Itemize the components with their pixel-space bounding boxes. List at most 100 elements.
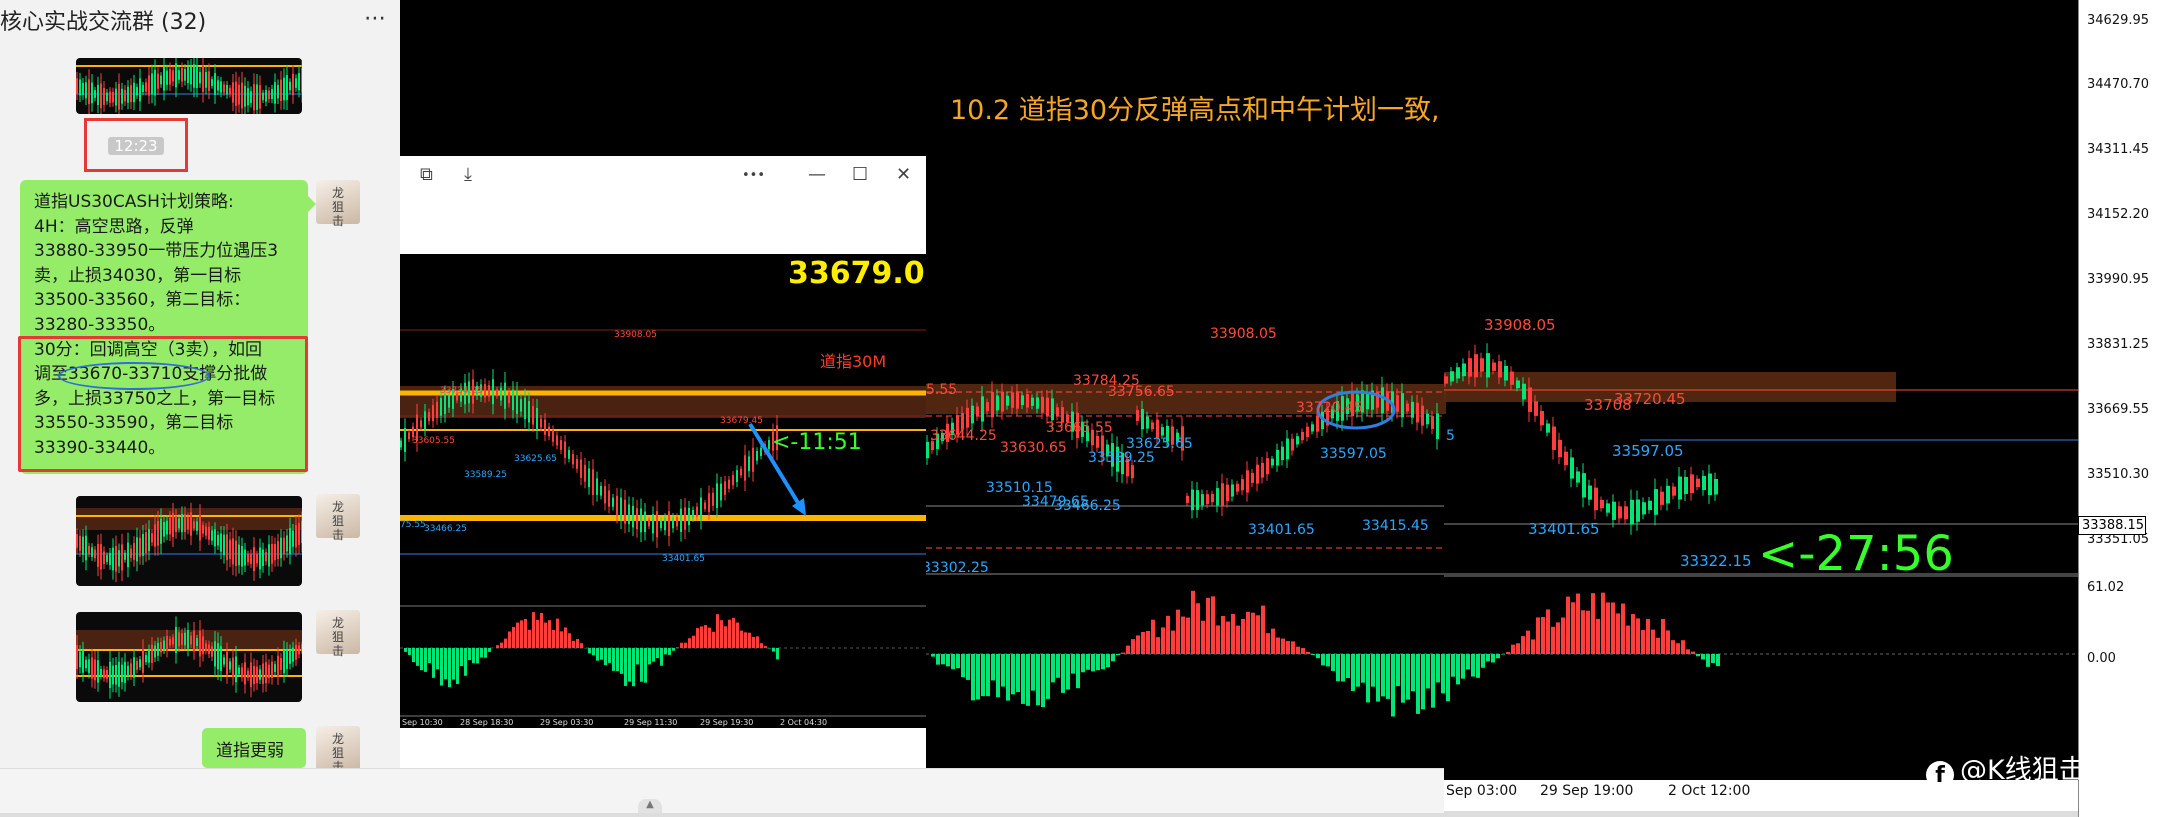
watermark: f @K线狙击手 <box>1926 748 2113 789</box>
indicator-bar <box>991 654 995 681</box>
candle <box>205 72 207 88</box>
candle <box>280 79 282 102</box>
candle <box>130 85 132 103</box>
message-bubble-small[interactable]: 道指更弱 <box>202 728 306 768</box>
indicator-bar <box>1431 654 1435 708</box>
indicator-bar <box>1041 654 1045 708</box>
avatar[interactable]: 龙 狙 击 <box>316 610 360 658</box>
indicator-bar <box>524 618 527 648</box>
candle <box>232 538 234 565</box>
candle <box>136 661 138 670</box>
axis-price: 33669.55 <box>2087 402 2150 417</box>
image-viewer-window[interactable]: ⧉ ⤓ ••• — ☐ ✕ 33679.0 道指30M <-11:51 3390… <box>400 156 926 768</box>
candle <box>112 665 114 685</box>
candle <box>298 73 300 91</box>
avatar[interactable]: 龙 狙 击 <box>316 726 360 768</box>
indicator-bar <box>572 640 575 648</box>
chart-thumbnail[interactable] <box>76 496 302 586</box>
indicator-bar <box>1646 619 1650 654</box>
candle <box>620 497 622 520</box>
indicator-bar <box>624 648 627 686</box>
chart-thumbnail[interactable] <box>76 58 302 114</box>
window-price-label: 75.55 <box>400 520 426 530</box>
candle <box>157 642 159 656</box>
avatar[interactable]: 龙 狙 击 <box>316 180 360 228</box>
more-icon[interactable]: ••• <box>742 168 765 183</box>
indicator-bar <box>732 617 735 648</box>
candle <box>632 505 634 528</box>
indicator-bar <box>1571 602 1575 654</box>
close-icon[interactable]: ✕ <box>896 164 911 185</box>
window-price-big: 33679.0 <box>788 256 925 291</box>
candle <box>1316 416 1319 432</box>
countdown-timer: <-27:56 <box>1758 526 1954 582</box>
indicator-bar <box>1696 654 1700 657</box>
taskbar[interactable]: ▲ <box>0 768 1444 813</box>
candle <box>262 549 264 566</box>
indicator-bar <box>1001 654 1005 687</box>
candle <box>196 65 198 89</box>
candle <box>163 66 165 91</box>
candle <box>1161 427 1164 436</box>
indicator-bar <box>1266 633 1270 654</box>
candle <box>1648 500 1652 510</box>
chevron-up-icon[interactable]: ▲ <box>638 799 662 813</box>
screenshot-icon[interactable]: ⧉ <box>420 164 433 185</box>
candle <box>295 78 297 88</box>
indicator-bar <box>1296 646 1300 654</box>
price-label: 33644.25 <box>930 428 997 444</box>
candle <box>274 664 276 673</box>
maximize-icon[interactable]: ☐ <box>852 164 868 185</box>
candle <box>169 517 171 535</box>
candle <box>172 70 174 82</box>
candle <box>1708 473 1712 496</box>
chart-thumbnail[interactable] <box>76 612 302 702</box>
candle <box>301 68 302 93</box>
indicator-bar <box>1226 621 1230 654</box>
indicator-bar <box>1496 654 1500 659</box>
candle <box>748 456 750 472</box>
indicator-bar <box>1176 609 1180 654</box>
indicator-bar <box>1666 630 1670 654</box>
minimize-icon[interactable]: — <box>808 164 826 185</box>
candle <box>492 379 494 405</box>
price-label: 33415.45 <box>1362 518 1429 534</box>
candle <box>115 88 117 106</box>
indicator-bar <box>1386 654 1390 699</box>
indicator-bar <box>1156 637 1160 654</box>
candle <box>1196 490 1199 510</box>
candle <box>127 542 129 568</box>
candle <box>271 89 273 99</box>
download-icon[interactable]: ⤓ <box>464 164 472 185</box>
indicator-bar <box>508 631 511 648</box>
indicator-bar <box>528 629 531 648</box>
candle <box>432 405 434 422</box>
indicator-bar <box>752 636 755 648</box>
candle <box>151 73 153 95</box>
candle <box>516 391 518 414</box>
price-axis[interactable]: 34629.95 34470.70 34311.45 34152.20 3399… <box>2078 0 2160 817</box>
avatar[interactable]: 龙 狙 击 <box>316 494 360 542</box>
indicator-bar <box>1311 654 1315 655</box>
indicator-bar <box>432 648 435 678</box>
candle <box>1600 499 1604 509</box>
indicator-bar <box>1136 635 1140 654</box>
indicator-bar <box>1561 617 1565 654</box>
candle <box>106 669 108 679</box>
candle <box>127 86 129 103</box>
candle <box>1186 495 1189 503</box>
indicator-bar <box>1196 603 1200 654</box>
candle <box>217 80 219 91</box>
candle <box>226 85 228 95</box>
indicator-bar <box>548 620 551 648</box>
candle <box>1216 488 1219 506</box>
window-price-label: 33908.05 <box>614 330 657 340</box>
chat-title: 核心实战交流群 (32) <box>0 10 207 35</box>
indicator-bar <box>452 648 455 680</box>
candle <box>732 475 734 486</box>
more-icon[interactable]: ⋯ <box>364 6 387 31</box>
indicator-bar <box>484 648 487 658</box>
candle <box>280 658 282 670</box>
candle <box>160 518 162 544</box>
candle <box>208 644 210 655</box>
